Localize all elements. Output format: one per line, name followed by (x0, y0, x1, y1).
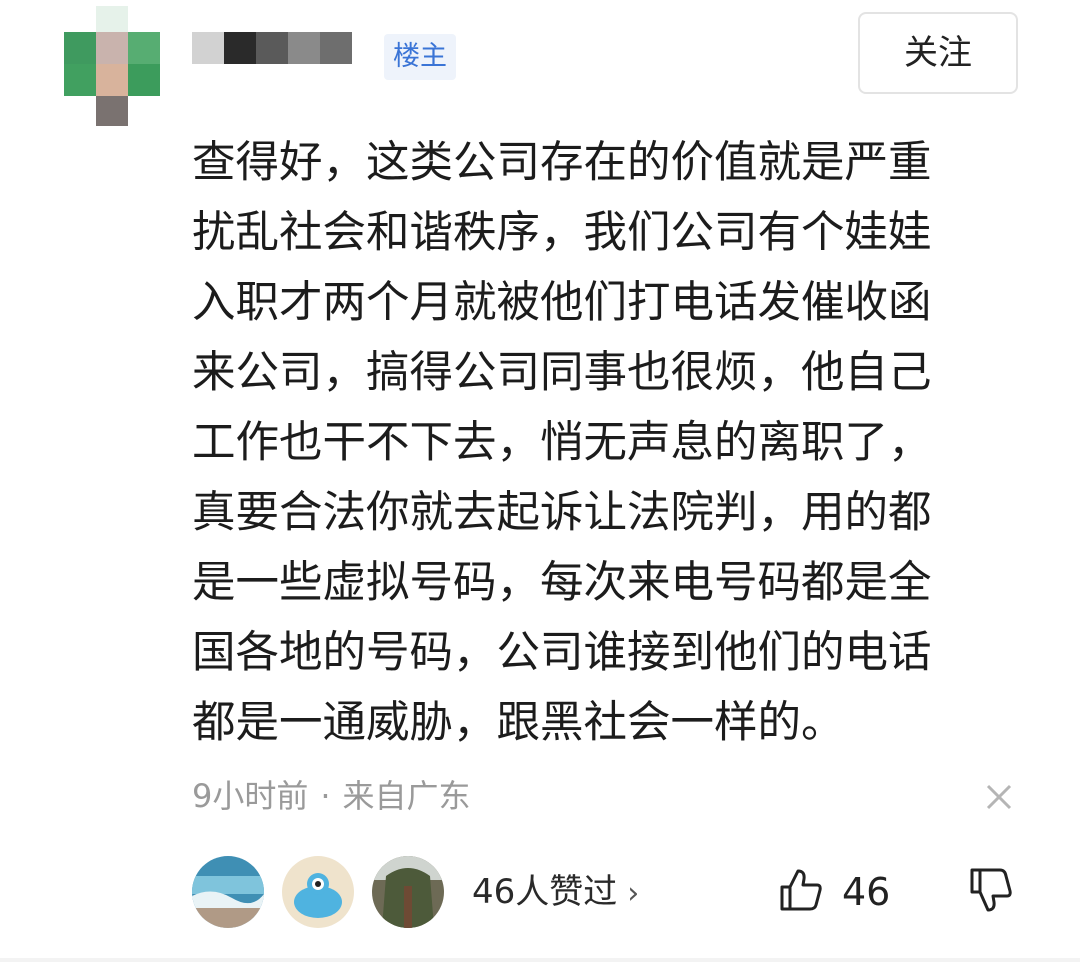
comment-time: 9小时前 (192, 777, 309, 815)
liker-avatars[interactable] (192, 856, 462, 928)
likers-link[interactable]: 46人赞过 › (472, 866, 639, 918)
like-count: 46 (842, 870, 891, 914)
comment-location: 来自广东 (342, 777, 471, 815)
comment-text: 查得好，这类公司存在的价值就是严重 扰乱社会和谐秩序，我们公司有个娃娃 入职才两… (192, 138, 932, 748)
thumbs-down-icon[interactable] (966, 864, 1016, 918)
comment-meta: 9小时前 · 来自广东 (192, 772, 471, 820)
bottom-divider (0, 958, 1080, 962)
user-avatar[interactable] (64, 6, 160, 126)
liker-avatar[interactable] (282, 856, 354, 928)
likers-count-text: 46人赞过 (472, 872, 618, 912)
close-icon[interactable] (980, 778, 1018, 816)
liker-avatar[interactable] (372, 856, 444, 928)
like-button[interactable]: 46 (778, 862, 890, 922)
username-mosaic[interactable] (192, 32, 352, 64)
follow-button[interactable]: 关注 (858, 12, 1018, 94)
chevron-right-icon: › (627, 876, 640, 911)
thumbs-up-icon (778, 867, 824, 917)
liker-avatar[interactable] (192, 856, 264, 928)
owner-badge: 楼主 (384, 34, 456, 80)
meta-separator: · (320, 777, 331, 815)
